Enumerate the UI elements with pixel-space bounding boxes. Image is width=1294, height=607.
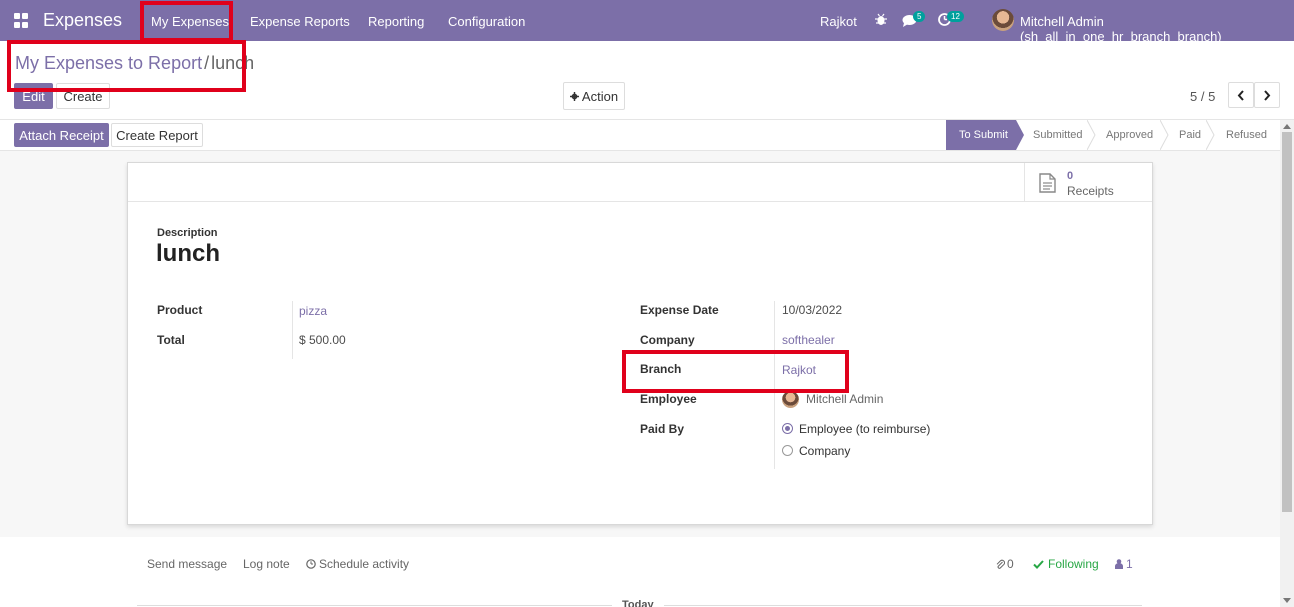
user-icon: [1115, 559, 1123, 569]
branch-switcher[interactable]: Rajkot: [820, 14, 857, 29]
status-step-approved[interactable]: Approved: [1089, 120, 1162, 150]
product-label: Product: [157, 303, 203, 317]
form-sheet: 0 Receipts Description lunch Product piz…: [127, 162, 1153, 525]
pager-previous-button[interactable]: [1228, 82, 1254, 108]
menu-expense-reports[interactable]: Expense Reports: [250, 14, 350, 29]
breadcrumb: My Expenses to Report / lunch: [15, 53, 254, 74]
form-statusbar: Attach Receipt Create Report To Submit S…: [0, 119, 1294, 151]
menu-configuration[interactable]: Configuration: [448, 14, 525, 29]
paid-by-company-radio[interactable]: [782, 445, 793, 456]
chevron-left-icon: [1237, 89, 1244, 101]
today-divider-label: Today: [612, 599, 664, 607]
create-report-button[interactable]: Create Report: [111, 123, 203, 147]
breadcrumb-current: lunch: [211, 53, 255, 73]
description-value[interactable]: lunch: [156, 240, 220, 268]
status-step-to-submit[interactable]: To Submit: [946, 120, 1016, 150]
breadcrumb-separator: /: [204, 53, 210, 73]
receipts-smart-button[interactable]: 0 Receipts: [1024, 163, 1152, 202]
attachments-count: 0: [1007, 557, 1014, 571]
status-arrow-separator: [1087, 120, 1096, 150]
status-arrow-separator: [1206, 120, 1215, 150]
following-label: Following: [1048, 557, 1099, 571]
attach-receipt-button[interactable]: Attach Receipt: [14, 123, 109, 147]
log-note-button[interactable]: Log note: [243, 557, 290, 571]
bug-icon[interactable]: [875, 13, 887, 26]
menu-reporting[interactable]: Reporting: [368, 14, 424, 29]
top-navbar: Expenses My Expenses Expense Reports Rep…: [0, 0, 1294, 44]
product-value[interactable]: pizza: [299, 304, 327, 318]
clock-icon: [306, 559, 316, 569]
edit-button[interactable]: Edit: [14, 83, 53, 109]
expense-date-value[interactable]: 10/03/2022: [782, 303, 842, 317]
scrollbar[interactable]: [1280, 120, 1294, 607]
description-label: Description: [157, 227, 218, 239]
expense-date-label: Expense Date: [640, 303, 719, 317]
total-label: Total: [157, 333, 185, 347]
menu-my-expenses[interactable]: My Expenses: [151, 14, 229, 29]
status-steps: To Submit Submitted Approved Paid Refuse…: [946, 120, 1280, 150]
check-icon: [1033, 559, 1044, 569]
apps-menu-icon[interactable]: [14, 13, 29, 28]
followers-count: 1: [1126, 557, 1133, 571]
paid-by-employee-label[interactable]: Employee (to reimburse): [799, 422, 930, 436]
user-menu[interactable]: Mitchell Admin (sh_all_in_one_hr_branch_…: [1020, 14, 1294, 44]
button-box: 0 Receipts: [128, 163, 1152, 202]
total-value[interactable]: $ 500.00: [299, 333, 346, 347]
app-title[interactable]: Expenses: [43, 10, 122, 31]
action-label: Action: [581, 88, 619, 104]
paid-by-company-label[interactable]: Company: [799, 444, 850, 458]
attachments-button[interactable]: 0: [996, 557, 1014, 571]
schedule-activity-button[interactable]: Schedule activity: [306, 557, 409, 571]
activities-count-badge: 12: [947, 11, 964, 22]
branch-label: Branch: [640, 362, 682, 376]
followers-button[interactable]: 1: [1115, 557, 1133, 571]
paid-by-employee-radio[interactable]: [782, 423, 793, 434]
employee-value[interactable]: Mitchell Admin: [806, 392, 883, 406]
document-icon: [1039, 173, 1056, 193]
employee-avatar: [782, 391, 799, 408]
chatter: Send message Log note Schedule activity …: [0, 537, 1280, 607]
chevron-right-icon: [1264, 89, 1271, 101]
user-avatar[interactable]: [992, 9, 1014, 31]
field-divider: [774, 301, 775, 469]
breadcrumb-parent[interactable]: My Expenses to Report: [15, 53, 202, 73]
receipts-count: 0: [1067, 170, 1074, 182]
status-arrow-separator: [1160, 120, 1169, 150]
scroll-up-icon[interactable]: [1283, 123, 1291, 129]
branch-value[interactable]: Rajkot: [782, 363, 816, 377]
field-divider: [292, 301, 293, 359]
pager-value[interactable]: 5 / 5: [1190, 89, 1215, 104]
status-step-refused[interactable]: Refused: [1208, 120, 1280, 150]
messages-count-badge: 5: [913, 11, 926, 22]
status-arrow-active: [1016, 120, 1024, 150]
action-button[interactable]: Action: [563, 82, 625, 110]
paperclip-icon: [996, 559, 1005, 569]
pager-next-button[interactable]: [1254, 82, 1280, 108]
gear-icon: [569, 91, 579, 101]
send-message-button[interactable]: Send message: [147, 557, 227, 571]
receipts-label: Receipts: [1067, 184, 1114, 198]
employee-label: Employee: [640, 392, 697, 406]
company-value[interactable]: softhealer: [782, 333, 835, 347]
scroll-thumb[interactable]: [1282, 132, 1292, 512]
scroll-down-icon[interactable]: [1283, 598, 1291, 604]
following-button[interactable]: Following: [1033, 557, 1099, 571]
schedule-activity-label: Schedule activity: [319, 557, 410, 571]
create-button[interactable]: Create: [56, 83, 110, 109]
paid-by-label: Paid By: [640, 422, 685, 436]
company-label: Company: [640, 333, 695, 347]
